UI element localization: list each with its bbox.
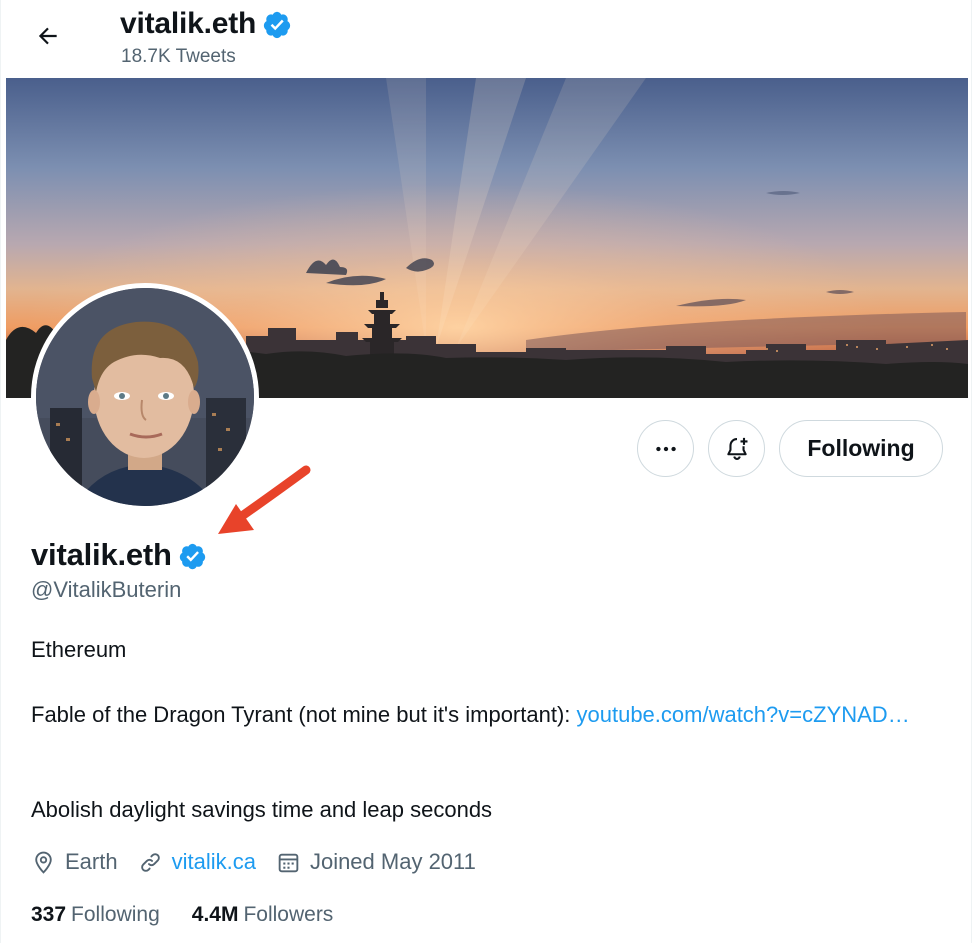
profile-handle: @VitalikButerin xyxy=(31,577,182,602)
profile-meta: Earth vitalik.ca Joined May 2011 xyxy=(31,845,496,879)
following-count: 337 xyxy=(31,903,67,926)
followers-count: 4.4M xyxy=(191,903,239,926)
location-pin-icon xyxy=(35,851,52,874)
tweet-count: 18.7K Tweets xyxy=(121,46,236,67)
arrow-left-icon xyxy=(38,27,57,45)
website: vitalik.ca xyxy=(138,849,256,875)
joined-date: Joined May 2011 xyxy=(276,849,476,875)
more-options-button[interactable] xyxy=(637,420,694,477)
bio-line: Fable of the Dragon Tyrant (not mine but… xyxy=(31,699,911,730)
profile-name: vitalik.eth xyxy=(31,537,172,572)
back-button[interactable] xyxy=(26,14,70,58)
link-icon xyxy=(140,852,160,872)
website-link[interactable]: vitalik.ca xyxy=(172,849,256,875)
annotation-arrow-icon xyxy=(218,465,311,534)
profile-header: vitalik.eth 18.7K Tweets xyxy=(1,0,971,78)
joined-text: Joined May 2011 xyxy=(309,849,476,874)
followers-label: Followers xyxy=(243,903,334,926)
followers-stat[interactable]: 4.4M Followers xyxy=(192,903,334,927)
bio-line: Abolish daylight savings time and leap s… xyxy=(31,797,493,822)
calendar-icon xyxy=(278,853,299,872)
profile-stats: 337 Following 4.4M Followers xyxy=(31,899,365,931)
following-label: Following xyxy=(71,903,160,926)
bio-line: Ethereum xyxy=(31,637,127,662)
more-horizontal-icon xyxy=(655,446,676,451)
profile-name-row: vitalik.eth xyxy=(31,533,207,577)
bio-text: Fable of the Dragon Tyrant (not mine but… xyxy=(31,702,577,727)
header-name: vitalik.eth xyxy=(120,7,257,40)
location-text: Earth xyxy=(65,849,118,874)
profile-page: vitalik.eth 18.7K Tweets Following vital… xyxy=(0,0,972,943)
bio-link[interactable]: youtube.com/watch?v=cZYNAD… xyxy=(577,702,910,727)
following-stat[interactable]: 337 Following xyxy=(31,903,160,927)
location: Earth xyxy=(31,849,118,875)
bell-plus-icon xyxy=(726,437,747,460)
header-title: vitalik.eth xyxy=(120,4,292,44)
verified-badge-icon xyxy=(264,11,291,39)
following-button[interactable]: Following xyxy=(779,420,943,477)
notifications-button[interactable] xyxy=(708,420,765,477)
verified-badge-icon[interactable] xyxy=(178,542,207,571)
